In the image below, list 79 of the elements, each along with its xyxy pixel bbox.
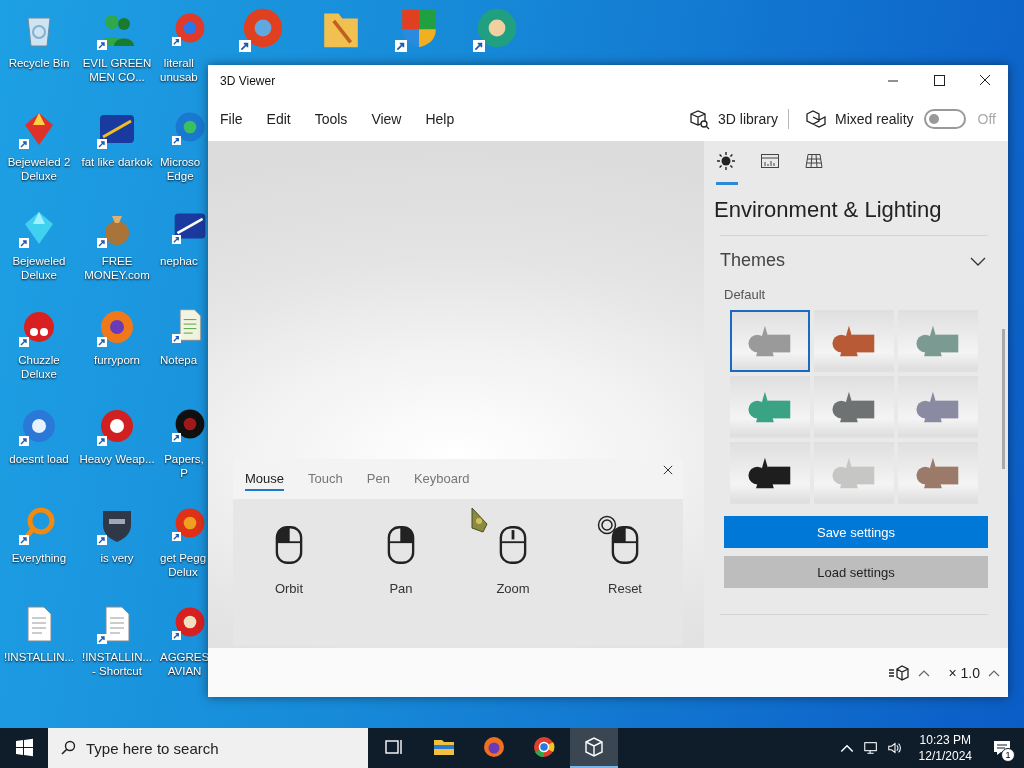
- library-link[interactable]: 3D library: [718, 111, 778, 127]
- icon-label[interactable]: literall unusab: [156, 56, 198, 84]
- input-tab[interactable]: Touch: [308, 467, 343, 491]
- theme-tile[interactable]: [730, 310, 810, 372]
- cube-search-icon[interactable]: [688, 108, 711, 130]
- theme-tile[interactable]: [898, 376, 978, 438]
- menu-item[interactable]: View: [371, 111, 402, 127]
- theme-tile[interactable]: [898, 442, 978, 504]
- control-label: Reset: [608, 581, 642, 596]
- icon-label[interactable]: AGGRES AVIAN: [156, 650, 210, 678]
- save-button[interactable]: Save settings: [724, 516, 988, 548]
- icon-label[interactable]: !INSTALLIN... - Shortcut: [79, 650, 155, 678]
- mixed-reality-toggle[interactable]: [923, 109, 966, 129]
- menu-item[interactable]: Edit: [266, 111, 291, 127]
- clock-time: 10:23 PM: [919, 732, 971, 748]
- input-tab[interactable]: Keyboard: [413, 467, 470, 491]
- menu-item[interactable]: Help: [425, 111, 455, 127]
- icon-label[interactable]: is very: [79, 551, 155, 565]
- sun-icon[interactable]: [716, 151, 738, 185]
- search-icon: [60, 740, 76, 756]
- theme-group-label: Default: [724, 287, 767, 302]
- icon-label[interactable]: furryporn: [79, 353, 155, 367]
- theme-tile[interactable]: [730, 442, 810, 504]
- icon-label[interactable]: FREE MONEY.com: [79, 254, 155, 282]
- mouse-icon: [499, 525, 527, 565]
- notification-badge: 1: [1001, 748, 1015, 762]
- 3d-viewport[interactable]: Mouse Touch Pen Keyboard Orbit Pan Zoom Reset: [208, 141, 704, 648]
- icon-label[interactable]: nephac: [156, 254, 198, 268]
- speaker-icon[interactable]: [886, 740, 903, 756]
- icon-label[interactable]: Bejeweled Deluxe: [1, 254, 77, 282]
- icon-label[interactable]: Chuzzle Deluxe: [1, 353, 77, 381]
- load-button[interactable]: Load settings: [724, 556, 988, 588]
- cube-icon[interactable]: [570, 728, 618, 768]
- theme-tile[interactable]: [730, 376, 810, 438]
- cursor-icon: [469, 507, 489, 535]
- icon-label[interactable]: Recycle Bin: [1, 56, 77, 70]
- control-label: Zoom: [496, 581, 530, 596]
- scrollbar-thumb[interactable]: [1002, 329, 1005, 469]
- icon-label[interactable]: Papers, P: [156, 452, 208, 480]
- toggle-state: Off: [977, 111, 996, 127]
- theme-tile[interactable]: [814, 442, 894, 504]
- layers-cube-icon[interactable]: [888, 663, 911, 682]
- mouse-icon: [387, 525, 415, 565]
- panel-title: Environment & Lighting: [714, 197, 943, 223]
- network-icon[interactable]: [862, 740, 879, 756]
- control-label: Pan: [389, 581, 413, 596]
- icon-label[interactable]: !INSTALLIN...: [1, 650, 77, 664]
- icon-label[interactable]: fat like darkok: [79, 155, 155, 169]
- icon-label[interactable]: Everything: [1, 551, 77, 565]
- clock-date: 12/1/2024: [918, 748, 972, 764]
- theme-tile[interactable]: [814, 376, 894, 438]
- window-title: 3D Viewer: [219, 74, 276, 88]
- chevron-icon[interactable]: [970, 255, 986, 266]
- control-label: Orbit: [274, 581, 304, 596]
- icon-label[interactable]: Notepa: [156, 353, 198, 367]
- search-field[interactable]: Type here to search: [48, 728, 368, 768]
- theme-tile[interactable]: [814, 310, 894, 372]
- input-tab[interactable]: Pen: [366, 467, 390, 491]
- mouse-icon: [611, 525, 639, 565]
- icon-label[interactable]: EVIL GREEN MEN CO...: [79, 56, 155, 84]
- clock[interactable]: 10:23 PM 12/1/2024: [910, 732, 980, 764]
- mouse-icon: [275, 525, 303, 565]
- theme-tile[interactable]: [898, 310, 978, 372]
- zoom-level[interactable]: × 1.0: [948, 664, 980, 681]
- icon-label[interactable]: Heavy Weap...: [79, 452, 155, 466]
- section-title[interactable]: Themes: [720, 250, 786, 271]
- caret-up-icon[interactable]: [918, 668, 931, 677]
- menu-item[interactable]: Tools: [314, 111, 348, 127]
- icon-label[interactable]: doesnt load: [1, 452, 77, 466]
- click-ripple-icon: [597, 515, 617, 535]
- mixed-reality-label: Mixed reality: [835, 111, 914, 127]
- icon-label[interactable]: Microso Edge: [156, 155, 201, 183]
- menu-item[interactable]: File: [220, 111, 243, 127]
- close-icon[interactable]: [663, 465, 673, 475]
- caret-up-icon[interactable]: [988, 668, 1000, 677]
- icon-label[interactable]: get Pegg Delux: [156, 551, 207, 579]
- icon-label[interactable]: Bejeweled 2 Deluxe: [1, 155, 77, 183]
- cubes-icon[interactable]: [805, 108, 827, 130]
- input-tab[interactable]: Mouse: [245, 467, 285, 491]
